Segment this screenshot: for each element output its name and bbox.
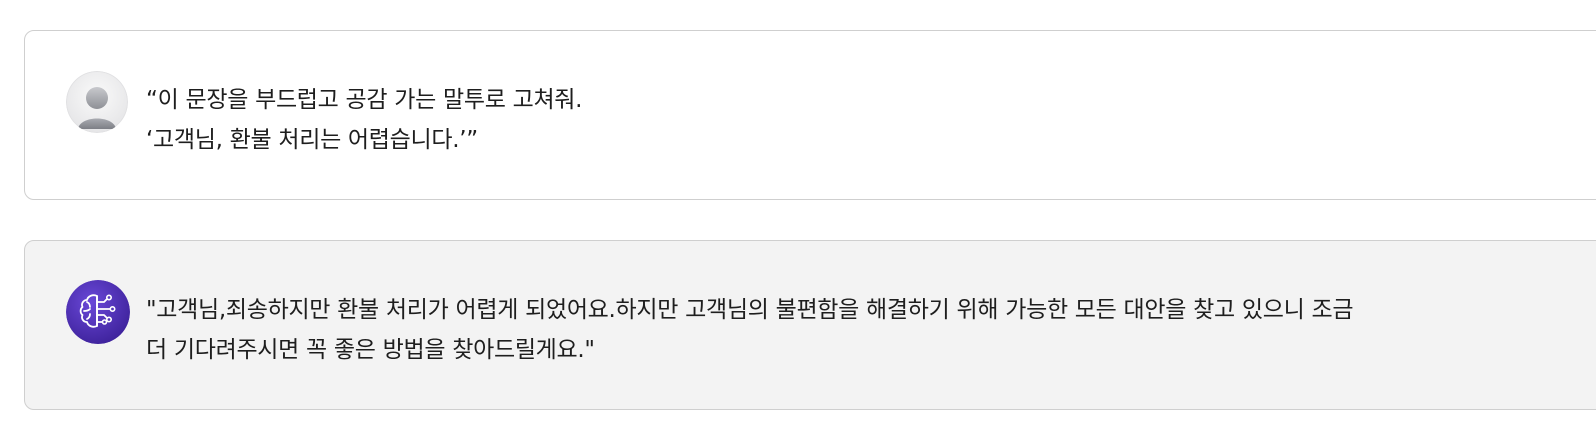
user-message-line: “이 문장을 부드럽고 공감 가는 말투로 고쳐줘. (146, 87, 583, 113)
ai-message-line: "고객님,죄송하지만 환불 처리가 어렵게 되었어요.하지만 고객님의 불편함을… (146, 297, 1354, 323)
ai-brain-circuit-icon (66, 280, 130, 344)
user-message-line: ‘고객님, 환불 처리는 어렵습니다.’” (146, 127, 478, 153)
user-message-text: “이 문장을 부드럽고 공감 가는 말투로 고쳐줘. ‘고객님, 환불 처리는 … (146, 80, 1553, 160)
ai-message-card: "고객님,죄송하지만 환불 처리가 어렵게 되었어요.하지만 고객님의 불편함을… (24, 240, 1596, 410)
ai-message-line: 더 기다려주시면 꼭 좋은 방법을 찾아드릴게요." (146, 337, 595, 363)
conversation: “이 문장을 부드럽고 공감 가는 말투로 고쳐줘. ‘고객님, 환불 처리는 … (0, 0, 1596, 444)
user-avatar-icon (66, 71, 128, 133)
user-message-card: “이 문장을 부드럽고 공감 가는 말투로 고쳐줘. ‘고객님, 환불 처리는 … (24, 30, 1596, 200)
ai-message-text: "고객님,죄송하지만 환불 처리가 어렵게 되었어요.하지만 고객님의 불편함을… (146, 290, 1543, 370)
